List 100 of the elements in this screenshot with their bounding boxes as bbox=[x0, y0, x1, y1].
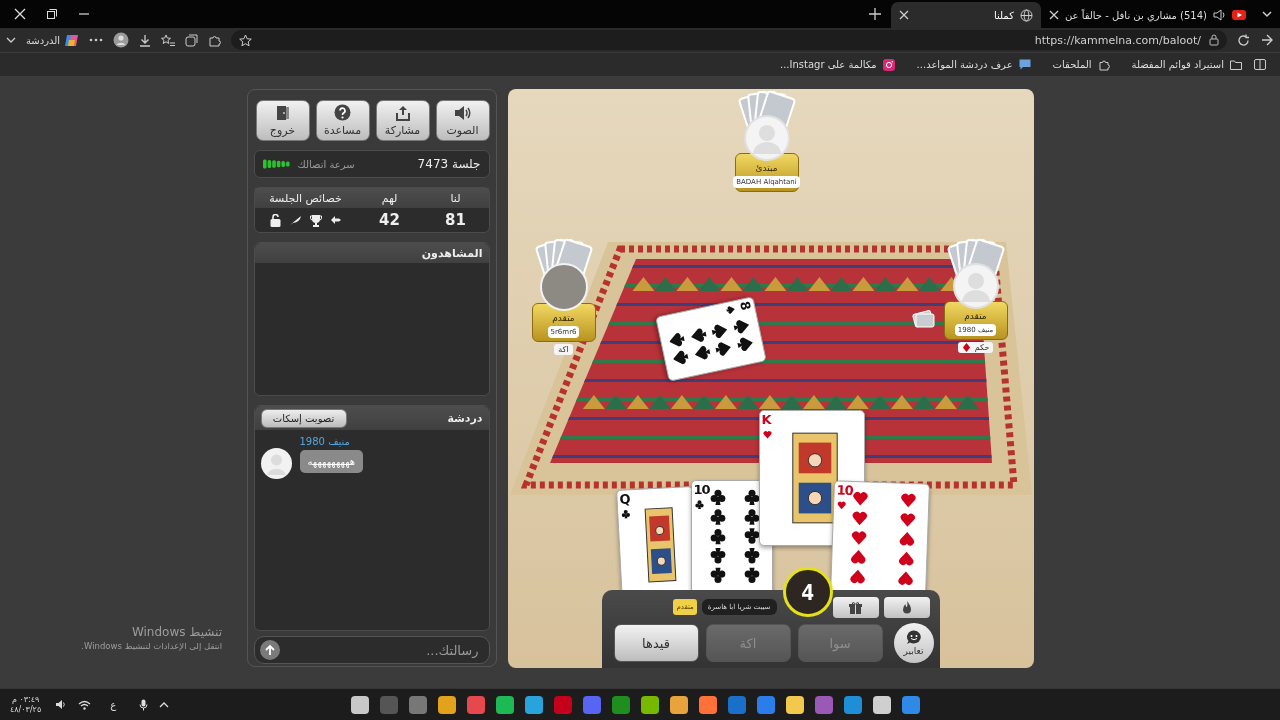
bookmark-link[interactable]: مكالمة على Instagr... bbox=[779, 59, 877, 70]
back-icon[interactable] bbox=[1260, 33, 1274, 47]
puzzle-icon[interactable] bbox=[208, 33, 222, 47]
turn-timer: 4 bbox=[782, 567, 833, 617]
sidebar-chat-button[interactable]: الدردشة bbox=[26, 34, 61, 46]
copilot-icon[interactable] bbox=[64, 32, 80, 48]
microphone-icon[interactable] bbox=[139, 698, 149, 711]
clock-date[interactable]: ٤٨/٠٣/٢٥ bbox=[10, 704, 42, 715]
clock-time[interactable]: ٠٣:٤٩ م bbox=[11, 694, 40, 705]
close-icon[interactable] bbox=[1048, 10, 1059, 20]
browser-tab[interactable]: (514) مشاري بن نافل - حالقاً عن bbox=[1040, 2, 1254, 28]
score-header: لنا bbox=[422, 188, 489, 208]
activation-hint: انتقل إلى الإعدادات لتنشيط Windows. bbox=[80, 641, 222, 651]
url-text: https://kammelna.com/baloot/ bbox=[1034, 33, 1201, 47]
signal-strength-icon bbox=[262, 159, 290, 169]
bid-text: حكم bbox=[974, 343, 990, 352]
heart-icon bbox=[836, 500, 846, 510]
close-icon[interactable] bbox=[898, 10, 909, 20]
toolbar-button[interactable]: خروج bbox=[255, 100, 310, 141]
chat-bubble-icon bbox=[1018, 59, 1031, 70]
keyboard-language[interactable]: ع bbox=[110, 699, 117, 710]
score-value: 81 bbox=[444, 210, 467, 231]
fire-button[interactable] bbox=[883, 596, 930, 618]
tab-title: كملنا bbox=[992, 9, 1014, 21]
spade-icon bbox=[725, 304, 736, 316]
activation-title: تنشيط Windows bbox=[130, 625, 222, 639]
new-tab-icon[interactable] bbox=[868, 8, 881, 20]
folder-icon bbox=[1230, 59, 1242, 70]
panel-title: دردشة bbox=[447, 411, 483, 425]
app-icon[interactable] bbox=[785, 694, 805, 715]
bid-text: اكة bbox=[558, 345, 569, 354]
message-input[interactable]: رسالتك... bbox=[253, 636, 490, 664]
download-icon[interactable] bbox=[139, 33, 152, 47]
card-stack-icon bbox=[910, 310, 937, 330]
toolbar-button[interactable]: مشاركة bbox=[375, 100, 430, 141]
app-icon[interactable] bbox=[872, 694, 892, 715]
bookmark-link[interactable]: عرف دردشة المواعد... bbox=[916, 59, 1013, 70]
player-rank: متقدم bbox=[552, 313, 575, 323]
bookmark-link[interactable]: استيراد قوائم المفضلة bbox=[1131, 59, 1224, 70]
restore-icon[interactable] bbox=[46, 8, 58, 20]
chevron-up-icon[interactable] bbox=[159, 701, 170, 708]
door-icon bbox=[275, 104, 290, 121]
profile-icon[interactable] bbox=[113, 32, 130, 48]
dropdown-icon[interactable] bbox=[6, 35, 16, 45]
more-icon[interactable] bbox=[89, 38, 104, 42]
address-bar[interactable]: https://kammelna.com/baloot/ bbox=[231, 30, 1227, 50]
avatar-icon bbox=[260, 448, 292, 479]
app-icon[interactable] bbox=[669, 694, 689, 715]
card-rank: 10 bbox=[693, 482, 710, 497]
help-icon bbox=[334, 104, 351, 121]
app-icon[interactable] bbox=[524, 694, 544, 715]
toolbar-button[interactable]: مساعدة bbox=[315, 100, 370, 141]
gift-icon bbox=[849, 600, 862, 614]
favorites-list-icon[interactable] bbox=[161, 33, 176, 47]
session-number: جلسة 7473 bbox=[417, 157, 481, 171]
app-icon[interactable] bbox=[495, 694, 515, 715]
browser-tab[interactable]: كملنا bbox=[890, 2, 1041, 28]
bookmark-link[interactable]: الملحقات bbox=[1052, 59, 1092, 70]
flame-icon bbox=[901, 600, 912, 614]
arrows-icon bbox=[329, 215, 342, 225]
emotes-button[interactable]: تعابير bbox=[893, 623, 934, 663]
collections-icon[interactable] bbox=[185, 33, 199, 47]
club-icon bbox=[694, 500, 704, 509]
app-icon[interactable] bbox=[640, 694, 660, 715]
card-rank: Q bbox=[618, 491, 630, 507]
padlock-icon bbox=[269, 213, 281, 227]
volume-icon[interactable] bbox=[55, 699, 68, 710]
puzzle-icon bbox=[1097, 58, 1110, 71]
app-icon[interactable] bbox=[698, 694, 718, 715]
close-icon[interactable] bbox=[14, 8, 26, 20]
app-icon[interactable] bbox=[901, 694, 921, 715]
app-icon[interactable] bbox=[350, 694, 370, 715]
tab-title: (514) مشاري بن نافل - حالقاً عن bbox=[1064, 9, 1207, 21]
mute-vote-button[interactable]: تصويت إسكات bbox=[260, 408, 347, 428]
card-rank: 10 bbox=[835, 482, 853, 498]
score-header: خصائص الجلسة bbox=[254, 188, 357, 208]
reading-icon[interactable] bbox=[1254, 59, 1266, 70]
video-site-icon bbox=[1232, 10, 1246, 20]
score-header: لهم bbox=[356, 188, 423, 208]
speaker-icon[interactable] bbox=[1213, 9, 1226, 21]
sender-name: منيف 1980 bbox=[299, 436, 350, 447]
app-icon[interactable] bbox=[437, 694, 457, 715]
wifi-icon[interactable] bbox=[78, 699, 92, 710]
panel-title: المشاهدون bbox=[421, 246, 483, 260]
action-button[interactable]: قيدها bbox=[613, 624, 699, 662]
card-rank: K bbox=[761, 412, 771, 427]
player-rank: متقدم bbox=[964, 311, 987, 321]
smiley-icon bbox=[905, 630, 922, 645]
globe-icon bbox=[1019, 8, 1033, 22]
camera-icon bbox=[882, 58, 895, 71]
gift-button[interactable] bbox=[832, 596, 879, 618]
connection-label: سرعة اتصالك bbox=[297, 158, 355, 170]
app-icon[interactable] bbox=[843, 694, 863, 715]
toolbar-button[interactable]: الصوت bbox=[435, 100, 490, 141]
favorite-star-icon[interactable] bbox=[239, 33, 253, 47]
refresh-icon[interactable] bbox=[1237, 33, 1250, 47]
score-value: 42 bbox=[378, 210, 401, 231]
speaker-icon bbox=[453, 104, 472, 121]
chat-message: هههههههههه bbox=[299, 450, 363, 473]
heart-icon bbox=[762, 430, 772, 439]
